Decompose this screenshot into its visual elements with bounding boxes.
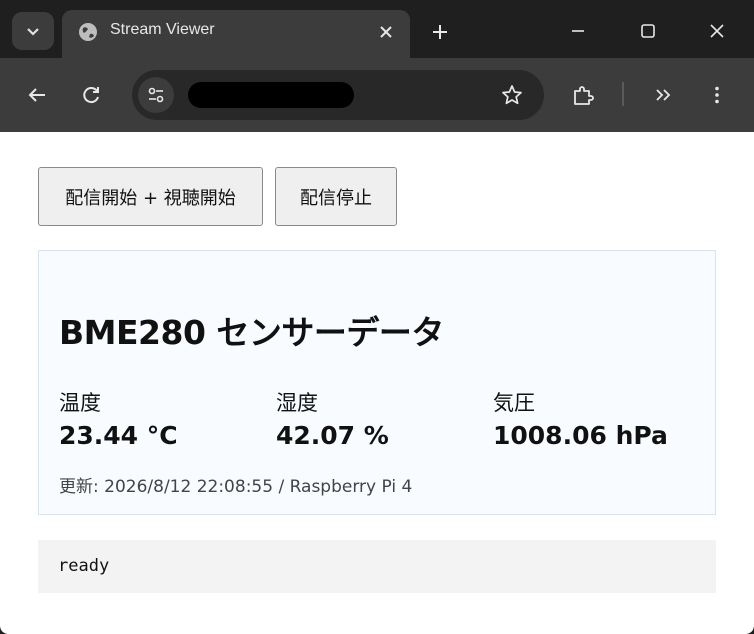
tune-icon	[148, 87, 164, 103]
star-icon	[502, 85, 522, 105]
double-chevron-icon	[656, 89, 671, 101]
browser-window: Stream Viewer 配信開始 + 視聴開始 配信停止 BME280 セン…	[0, 0, 754, 634]
site-info-button[interactable]	[138, 77, 174, 113]
back-button[interactable]	[20, 78, 54, 112]
extensions-button[interactable]	[566, 78, 600, 112]
maximize-button[interactable]	[626, 12, 670, 50]
close-icon	[710, 24, 724, 38]
tab-close-button[interactable]	[374, 20, 398, 44]
plus-icon	[433, 25, 447, 39]
pressure-label: 気圧	[493, 391, 535, 415]
back-arrow-icon	[28, 88, 45, 102]
temperature-label: 温度	[59, 391, 101, 415]
humidity-label: 湿度	[276, 391, 318, 415]
humidity-value: 42.07 %	[276, 421, 389, 450]
chevron-down-icon	[27, 28, 39, 36]
url-redacted[interactable]	[188, 82, 354, 108]
puzzle-icon	[574, 86, 594, 105]
more-tools-button[interactable]	[646, 78, 680, 112]
reload-button[interactable]	[74, 78, 108, 112]
close-icon	[380, 26, 392, 38]
kebab-menu-icon	[715, 86, 719, 104]
status-text: ready	[58, 556, 110, 576]
menu-button[interactable]	[700, 78, 734, 112]
globe-icon	[79, 23, 97, 41]
browser-toolbar	[0, 58, 754, 132]
tab-stream-viewer[interactable]: Stream Viewer	[62, 10, 410, 58]
page-content: 配信開始 + 視聴開始 配信停止 BME280 センサーデータ 温度 23.44…	[0, 132, 754, 634]
maximize-icon	[641, 24, 655, 38]
window-close-button[interactable]	[695, 12, 739, 50]
sensor-panel: BME280 センサーデータ 温度 23.44 °C 湿度 42.07 % 気圧…	[38, 250, 716, 515]
reload-icon	[83, 87, 99, 104]
new-tab-button[interactable]	[426, 18, 454, 46]
tab-title: Stream Viewer	[110, 21, 215, 38]
address-bar[interactable]	[132, 70, 544, 120]
minimize-button[interactable]	[556, 12, 600, 50]
start-stream-button[interactable]: 配信開始 + 視聴開始	[38, 167, 263, 226]
tab-strip: Stream Viewer	[0, 0, 754, 58]
bookmark-button[interactable]	[500, 83, 524, 107]
stop-stream-button[interactable]: 配信停止	[275, 167, 397, 226]
status-box: ready	[38, 540, 716, 593]
updated-timestamp: 更新: 2026/8/12 22:08:55 / Raspberry Pi 4	[59, 477, 413, 497]
toolbar-divider	[622, 82, 624, 106]
tab-search-button[interactable]	[12, 12, 54, 50]
pressure-value: 1008.06 hPa	[493, 421, 668, 450]
temperature-value: 23.44 °C	[59, 421, 178, 450]
minimize-icon	[572, 30, 584, 32]
panel-title: BME280 センサーデータ	[59, 313, 444, 352]
